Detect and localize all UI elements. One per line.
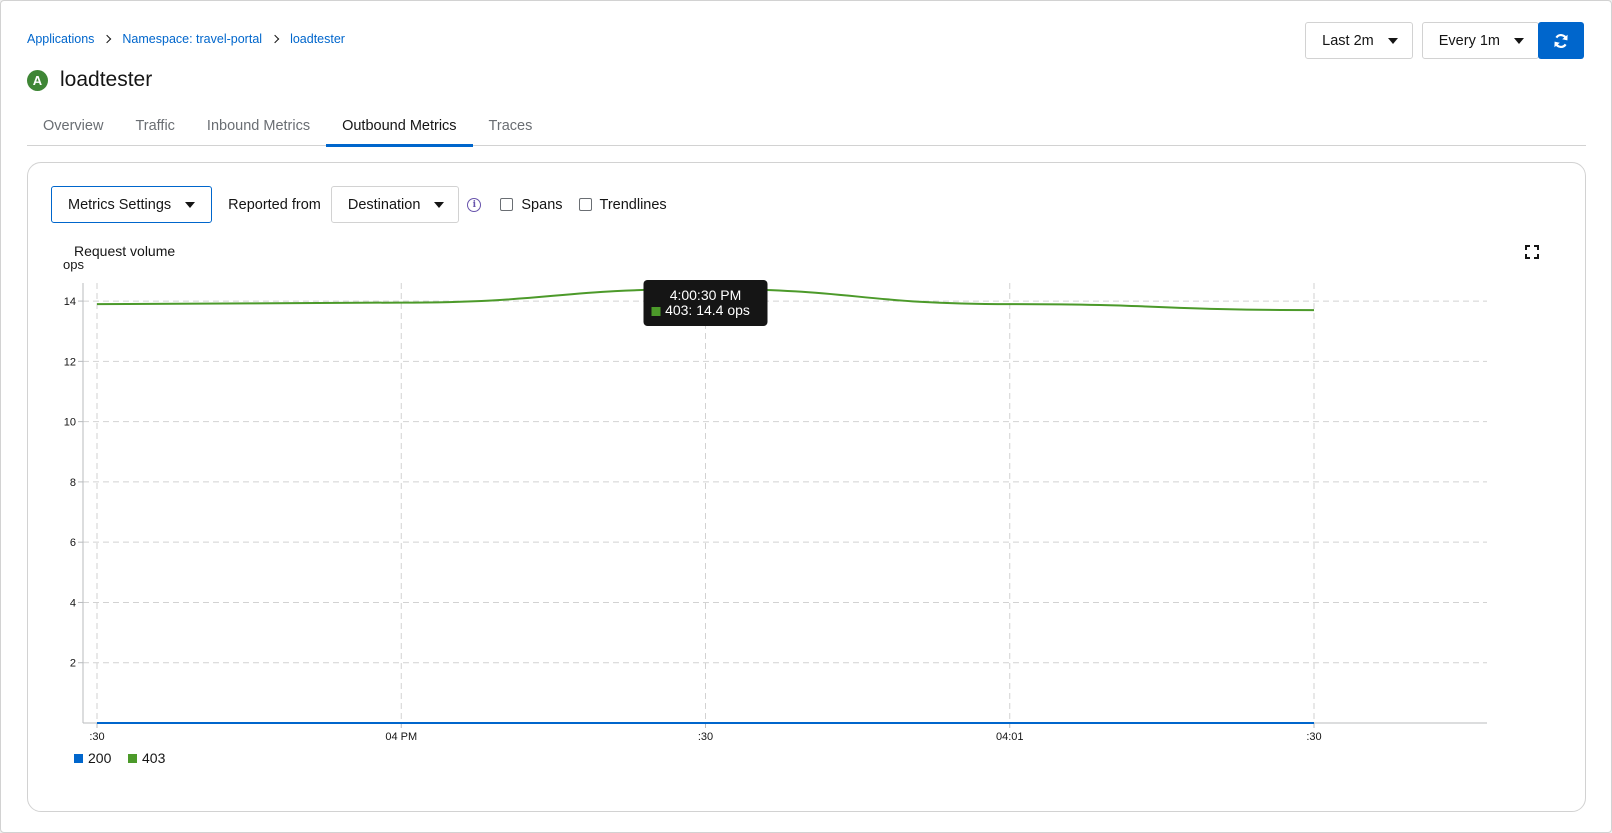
tooltip-time: 4:00:30 PM bbox=[670, 287, 742, 303]
tab-traces[interactable]: Traces bbox=[473, 106, 549, 146]
x-tick-label: 04 PM bbox=[385, 731, 417, 743]
y-tick-label: 12 bbox=[64, 356, 76, 368]
metrics-card: Metrics Settings Reported from Destinati… bbox=[27, 162, 1586, 812]
caret-down-icon bbox=[1387, 37, 1398, 44]
legend-swatch-200 bbox=[74, 754, 83, 763]
tab-bar: Overview Traffic Inbound Metrics Outboun… bbox=[27, 106, 1586, 147]
y-tick-label: 14 bbox=[64, 296, 76, 308]
legend-swatch-403 bbox=[128, 754, 137, 763]
y-axis-label: ops bbox=[63, 257, 84, 272]
request-volume-chart: ops 2 4 6 8 10 12 14 :30 04 PM :30 04:01 :30 200 403 4:… bbox=[63, 257, 1487, 766]
chevron-right-icon bbox=[270, 34, 280, 44]
y-tick-label: 4 bbox=[70, 597, 76, 609]
x-tick-label: :30 bbox=[698, 731, 713, 743]
page-title: loadtester bbox=[60, 68, 153, 91]
tab-inbound-metrics[interactable]: Inbound Metrics bbox=[191, 106, 326, 146]
x-tick-label: :30 bbox=[89, 731, 104, 743]
chart-tooltip: 4:00:30 PM403: 14.4 ops bbox=[643, 280, 768, 326]
tab-overview[interactable]: Overview bbox=[27, 106, 119, 146]
x-tick-label: 04:01 bbox=[996, 731, 1024, 743]
tab-traffic[interactable]: Traffic bbox=[119, 106, 190, 146]
x-tick-label: :30 bbox=[1306, 731, 1321, 743]
page: Applications Namespace: travel-portal lo… bbox=[0, 0, 1612, 833]
chevron-right-icon bbox=[103, 34, 112, 44]
tooltip-swatch bbox=[651, 307, 661, 316]
y-tick-label: 2 bbox=[70, 658, 76, 670]
refresh-interval-value: Every 1m bbox=[1438, 32, 1500, 49]
page-title-row: A loadtester bbox=[27, 68, 152, 92]
y-tick-label: 8 bbox=[70, 477, 76, 489]
duration-value: Last 2m bbox=[1322, 32, 1374, 49]
y-tick-label: 10 bbox=[64, 417, 76, 429]
breadcrumb-applications[interactable]: Applications bbox=[27, 32, 94, 46]
sync-icon bbox=[1554, 33, 1568, 48]
y-tick-label: 6 bbox=[70, 537, 76, 549]
refresh-button[interactable] bbox=[1538, 22, 1584, 59]
legend-label-403: 403 bbox=[142, 750, 166, 766]
breadcrumb-app[interactable]: loadtester bbox=[290, 32, 345, 46]
legend-label-200: 200 bbox=[88, 750, 112, 766]
breadcrumb-namespace[interactable]: Namespace: travel-portal bbox=[122, 32, 262, 46]
tooltip-value: 403: 14.4 ops bbox=[665, 302, 750, 318]
tab-outbound-metrics[interactable]: Outbound Metrics bbox=[326, 106, 474, 147]
top-controls: Last 2m Every 1m bbox=[1305, 22, 1539, 59]
breadcrumb: Applications Namespace: travel-portal lo… bbox=[27, 32, 345, 46]
app-badge: A bbox=[27, 69, 48, 91]
refresh-interval-dropdown[interactable]: Every 1m bbox=[1421, 22, 1539, 59]
duration-dropdown[interactable]: Last 2m bbox=[1305, 22, 1413, 59]
caret-down-icon bbox=[1514, 37, 1524, 44]
